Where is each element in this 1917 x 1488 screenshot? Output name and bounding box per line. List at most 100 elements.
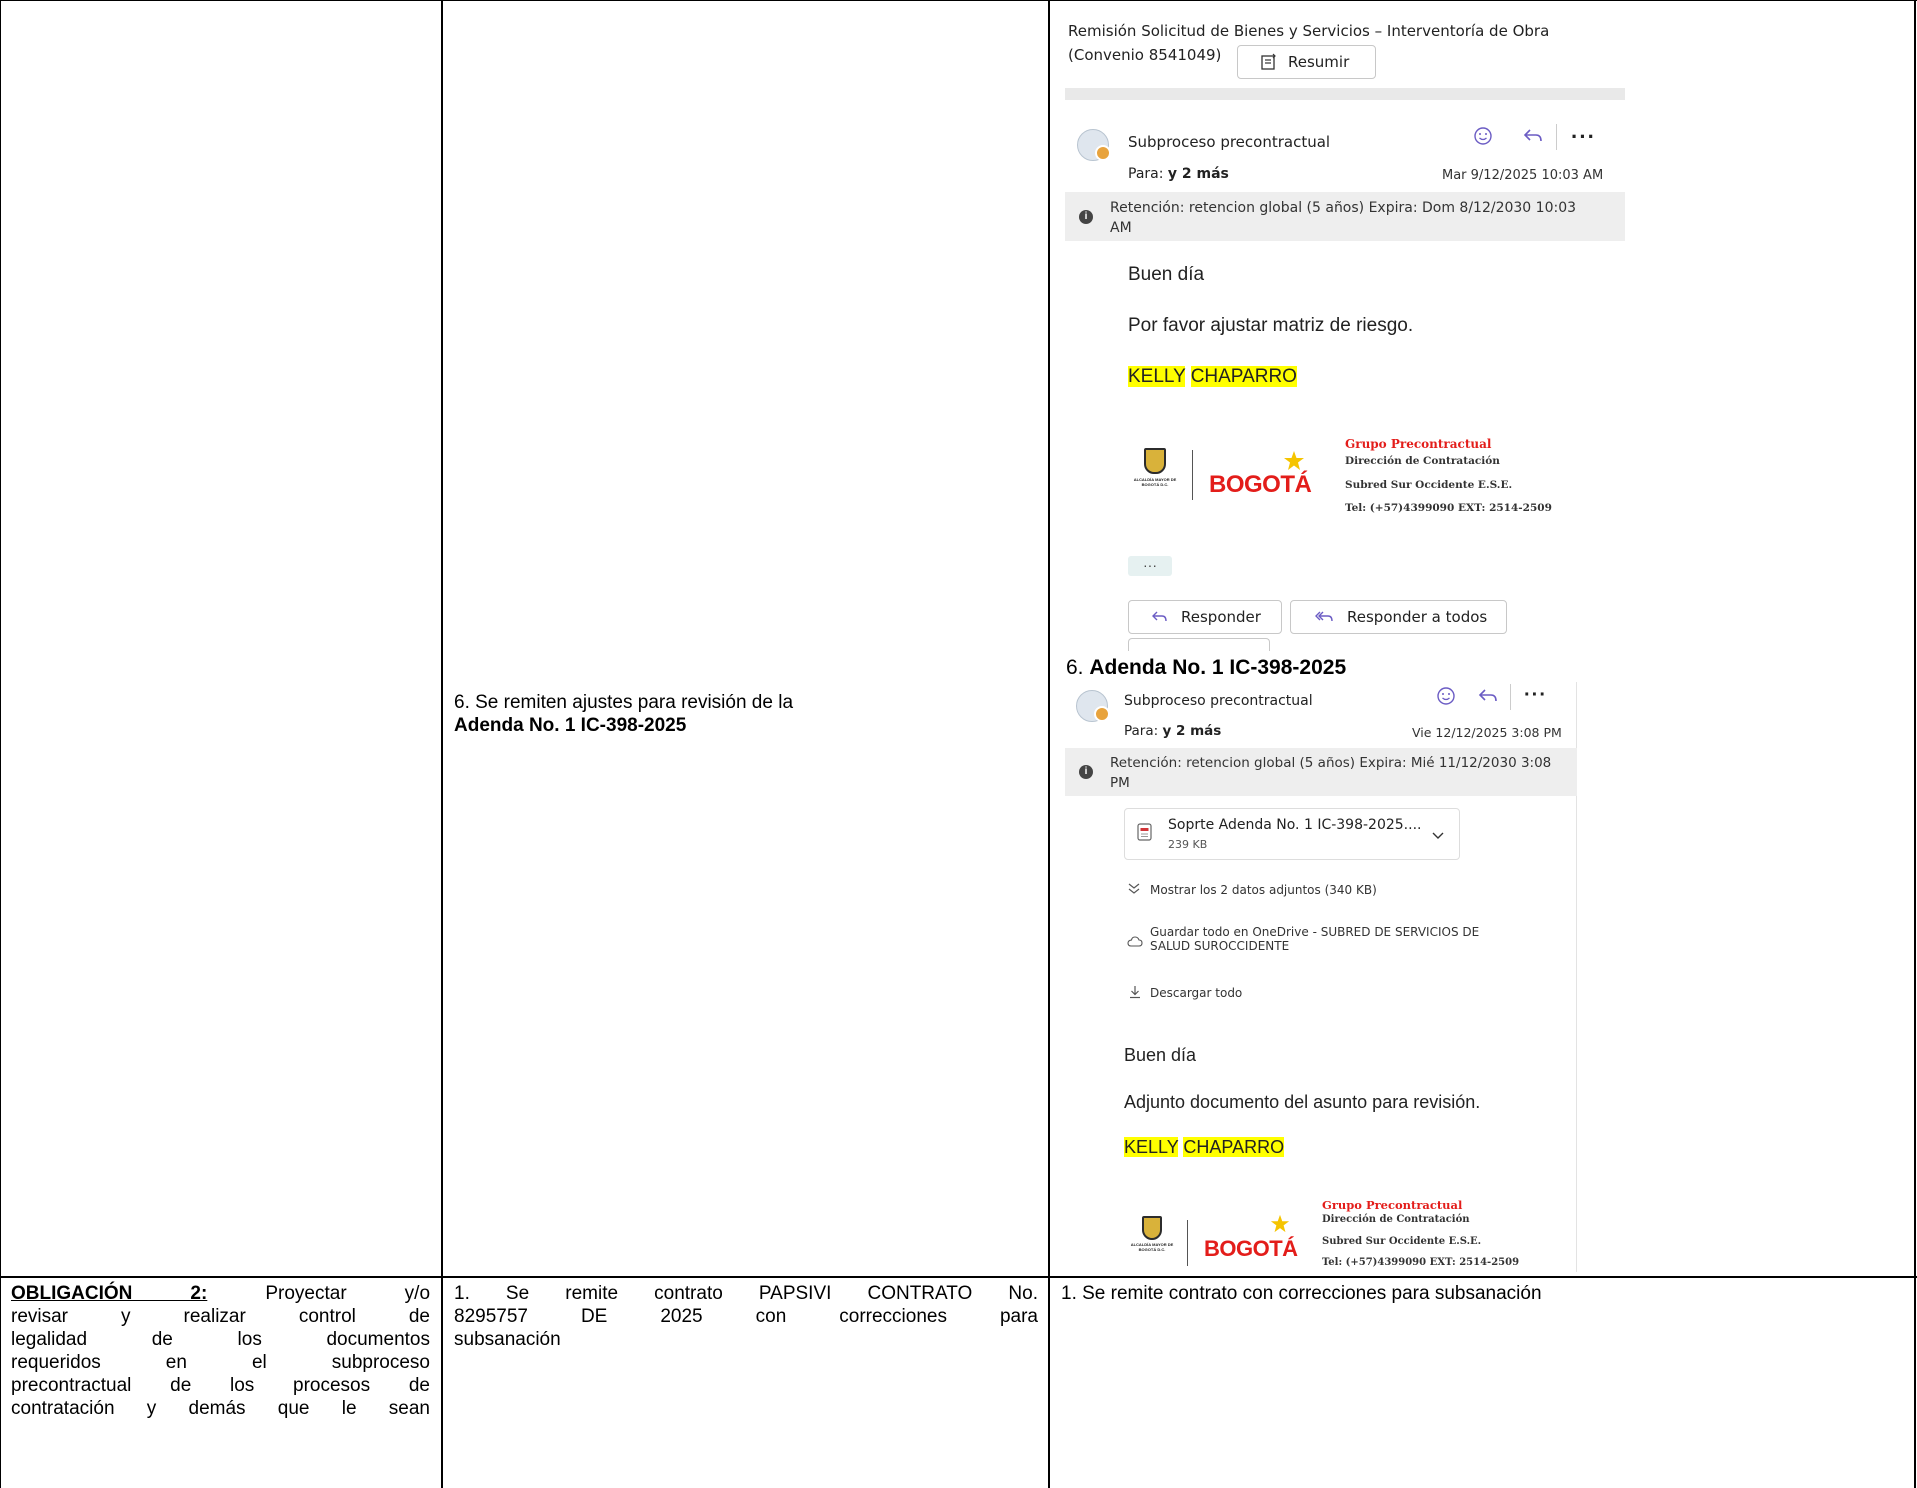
email1-signature-name: KELLY CHAPARRO — [1128, 366, 1297, 388]
save-onedrive-line1: Guardar todo en OneDrive - SUBRED DE SER… — [1150, 925, 1480, 939]
cloud-icon[interactable] — [1127, 936, 1143, 948]
row2-col3-text: 1. Se remite contrato con correcciones p… — [1061, 1283, 1542, 1304]
logo-separator — [1187, 1220, 1188, 1266]
email2-signature-first: KELLY — [1124, 1137, 1179, 1157]
email2-to-value[interactable]: y 2 más — [1162, 723, 1221, 739]
table-col-divider-1 — [441, 0, 443, 1488]
row2-col1-first: Proyectar y/o — [265, 1283, 431, 1304]
attachment-size: 239 KB — [1168, 838, 1208, 851]
attachment-icon — [1137, 823, 1152, 841]
download-all-link[interactable]: Descargar todo — [1150, 986, 1242, 1000]
row2-col2-line2: subsanación — [454, 1329, 561, 1350]
info-icon: i — [1079, 210, 1093, 224]
row2-col1-line5: contratación y demás que le sean — [11, 1398, 430, 1419]
email1-separator-band — [1065, 88, 1625, 100]
table-border-right — [1914, 0, 1916, 1488]
save-onedrive-link[interactable]: Guardar todo en OneDrive - SUBRED DE SER… — [1150, 925, 1479, 953]
email1-subject-line1: Remisión Solicitud de Bienes y Servicios… — [1068, 22, 1550, 40]
table-border-top — [0, 0, 1917, 1]
sig-dept: Dirección de Contratación — [1322, 1214, 1470, 1225]
reply-button[interactable]: Responder — [1128, 600, 1282, 634]
email1-to-label: Para: — [1128, 166, 1164, 182]
star-icon — [1270, 1214, 1290, 1233]
attachment-name: Soprte Adenda No. 1 IC-398-2025.... — [1168, 817, 1422, 833]
row2-col1-line3: requeridos en el subproceso — [11, 1352, 430, 1373]
email2-retention-line2: PM — [1110, 775, 1130, 791]
summarize-icon — [1261, 53, 1276, 70]
email1-date: Mar 9/12/2025 10:03 AM — [1442, 168, 1604, 183]
row2-col2-line0: 1. Se remite contrato PAPSIVI CONTRATO N… — [454, 1283, 1038, 1304]
email2-body: Adjunto documento del asunto para revisi… — [1124, 1092, 1481, 1112]
email2-retention-line1: Retención: retencion global (5 años) Exp… — [1110, 755, 1552, 771]
table-row-divider — [0, 1276, 1917, 1278]
reply-all-button[interactable]: Responder a todos — [1290, 600, 1507, 634]
email2-date: Vie 12/12/2025 3:08 PM — [1412, 725, 1562, 740]
city-seal-icon — [1142, 1216, 1162, 1240]
reply-icon[interactable] — [1522, 127, 1544, 145]
obligation-label: OBLIGACIÓN 2: — [11, 1283, 208, 1304]
reply-button-icon — [1152, 611, 1167, 622]
bogota-logo: BOGOTÁ — [1204, 1236, 1298, 1261]
sig-tel: Tel: (+57)4399090 EXT: 2514-2509 — [1322, 1257, 1520, 1268]
row1-col2-text: 6. Se remiten ajustes para revisión de l… — [454, 691, 1034, 737]
email2-sender[interactable]: Subproceso precontractual — [1124, 693, 1313, 709]
row2-col2-text: 1. Se remite contrato PAPSIVI CONTRATO N… — [454, 1282, 1038, 1351]
email2-signature-name: KELLY CHAPARRO — [1124, 1137, 1285, 1158]
email1-signature-first: KELLY — [1128, 366, 1186, 387]
reply-label: Responder — [1181, 608, 1261, 626]
sig-dept: Dirección de Contratación — [1345, 455, 1500, 467]
seal-caption: ALCALDÍA MAYOR DE BOGOTÁ D.C. — [1133, 477, 1177, 487]
email1-body: Por favor ajustar matriz de riesgo. — [1128, 315, 1414, 336]
show-attachments-link[interactable]: Mostrar los 2 datos adjuntos (340 KB) — [1150, 883, 1377, 897]
chevron-down-icon[interactable] — [1431, 831, 1445, 841]
status-dot-icon — [1094, 706, 1110, 722]
bogota-logo: BOGOTÁ — [1209, 471, 1312, 498]
email2-heading-prefix: 6. — [1066, 656, 1084, 679]
row2-col1-line0: OBLIGACIÓN 2: Proyectar y/o — [11, 1282, 430, 1305]
reply-all-label: Responder a todos — [1347, 608, 1488, 626]
row1-col2-prefix: 6. Se remiten ajustes para revisión de l… — [454, 692, 794, 713]
email2-greeting: Buen día — [1124, 1045, 1197, 1065]
email2-to-label: Para: — [1124, 723, 1159, 739]
email1-to: Para: y 2 más — [1128, 166, 1229, 182]
email1-avatar — [1077, 129, 1111, 161]
email2-signature-last: CHAPARRO — [1183, 1137, 1285, 1157]
reply-all-icon — [1315, 611, 1333, 622]
email1-signature-last: CHAPARRO — [1190, 366, 1297, 387]
row2-col1-text: OBLIGACIÓN 2: Proyectar y/o revisar y re… — [11, 1282, 430, 1420]
sig-org: Subred Sur Occidente E.S.E. — [1322, 1236, 1482, 1247]
save-onedrive-line2: SALUD SUROCCIDENTE — [1150, 939, 1290, 953]
email2-toolbar-divider — [1510, 684, 1511, 710]
table-col-divider-2 — [1048, 0, 1050, 1488]
email1-to-value[interactable]: y 2 más — [1168, 166, 1229, 182]
email1-toolbar-divider — [1556, 124, 1557, 150]
sig-group: Grupo Precontractual — [1345, 437, 1492, 451]
row1-col2-bold: Adenda No. 1 IC-398-2025 — [454, 715, 687, 736]
info-icon: i — [1079, 765, 1093, 779]
double-chevron-icon[interactable] — [1127, 882, 1141, 896]
summarize-label: Resumir — [1288, 53, 1350, 71]
summarize-button[interactable]: Resumir — [1237, 45, 1376, 79]
row2-col1-line4: precontractual de los procesos de — [11, 1375, 430, 1396]
more-icon[interactable]: ··· — [1524, 684, 1547, 707]
email1-retention-line1: Retención: retencion global (5 años) Exp… — [1110, 200, 1577, 216]
table-border-left — [0, 0, 1, 1488]
more-icon[interactable]: ··· — [1571, 124, 1596, 150]
emoji-icon[interactable] — [1473, 126, 1493, 146]
reply-icon[interactable] — [1477, 687, 1499, 705]
download-icon[interactable] — [1129, 985, 1141, 999]
sig-group: Grupo Precontractual — [1322, 1198, 1463, 1212]
attachment-card[interactable]: Soprte Adenda No. 1 IC-398-2025.... 239 … — [1124, 808, 1460, 860]
logo-separator — [1192, 450, 1193, 500]
forward-button-partial[interactable] — [1128, 638, 1270, 651]
show-more-button[interactable]: ··· — [1128, 556, 1172, 576]
emoji-icon[interactable] — [1436, 686, 1456, 706]
seal-caption: ALCALDÍA MAYOR DE BOGOTÁ D.C. — [1130, 1242, 1174, 1252]
email2-to: Para: y 2 más — [1124, 723, 1221, 739]
row2-col1-line2: legalidad de los documentos — [11, 1329, 430, 1350]
city-seal-icon — [1144, 448, 1166, 474]
email1-greeting: Buen día — [1128, 264, 1205, 285]
email1-sender[interactable]: Subproceso precontractual — [1128, 133, 1330, 151]
row2-col1-line1: revisar y realizar control de — [11, 1306, 430, 1327]
email2-avatar — [1076, 690, 1110, 722]
